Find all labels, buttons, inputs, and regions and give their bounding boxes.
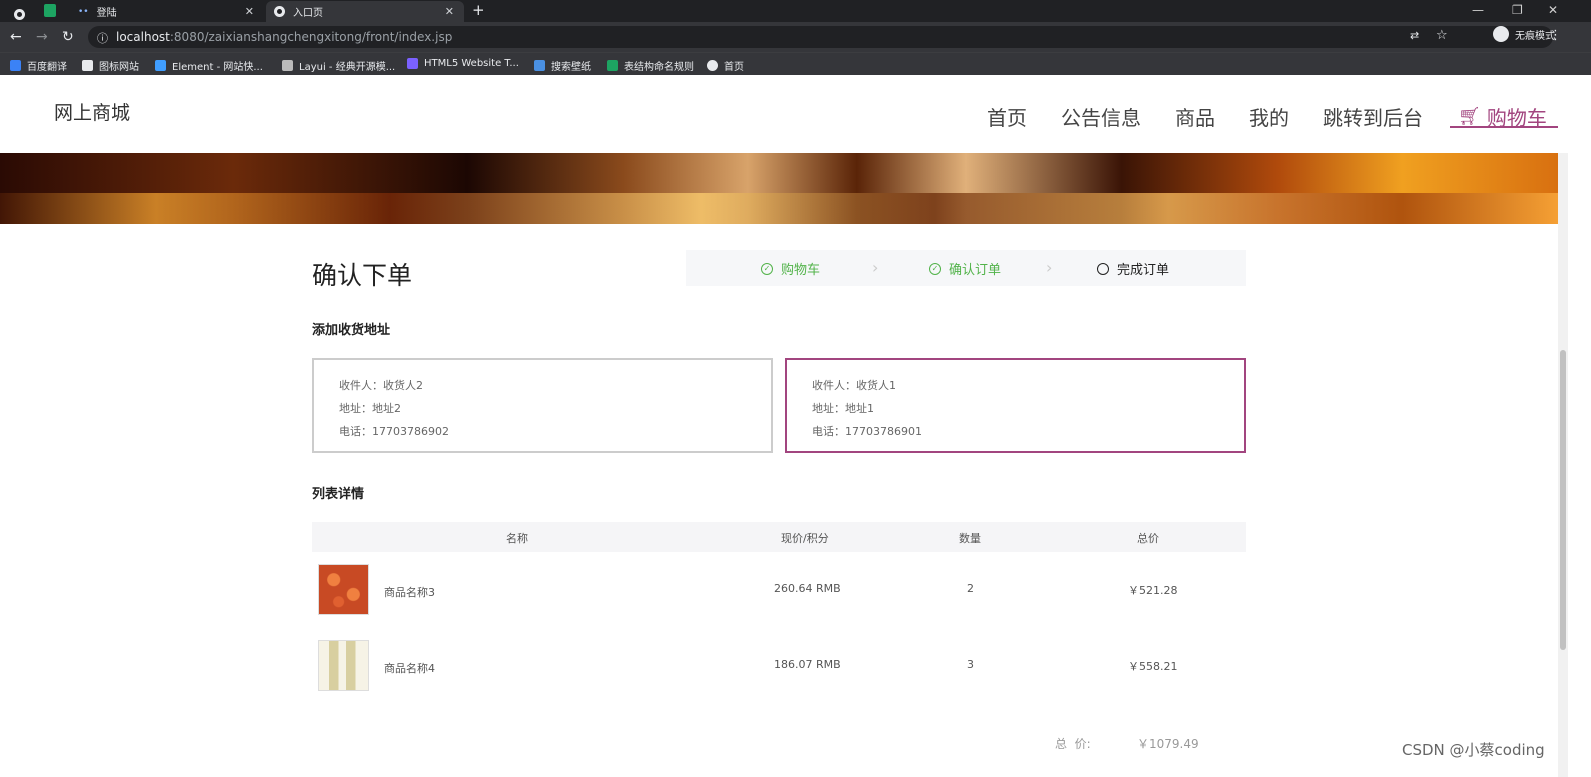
check-circle-icon: ✓: [929, 262, 941, 275]
tab-label: 入口页: [293, 8, 323, 19]
translate-icon[interactable]: ⇄: [1410, 29, 1419, 42]
minimize-icon[interactable]: —: [1472, 3, 1484, 17]
close-icon[interactable]: ✕: [245, 5, 254, 18]
nav-announcements[interactable]: 公告信息: [1061, 102, 1141, 131]
scrollbar-thumb[interactable]: [1560, 350, 1566, 650]
bookmark-item[interactable]: 搜索壁纸: [534, 58, 591, 73]
column-header-price: 现价/积分: [781, 532, 829, 545]
product-name: 商品名称3: [384, 586, 435, 599]
address-receiver: 收件人：收货人1: [812, 379, 896, 392]
nav-products[interactable]: 商品: [1175, 102, 1215, 131]
browser-toolbar: ← → ↻ ⓘ localhost:8080/zaixianshangcheng…: [0, 22, 1591, 52]
restore-icon[interactable]: ❐: [1512, 3, 1523, 17]
circle-icon: [1097, 262, 1109, 275]
total-value: ￥1079.49: [1137, 737, 1199, 751]
product-price: 260.64 RMB: [774, 582, 841, 595]
nav-home[interactable]: 首页: [987, 102, 1027, 131]
address-detail: 地址：地址1: [812, 402, 874, 415]
more-menu-icon[interactable]: ⋮: [1549, 28, 1562, 43]
bookmark-item[interactable]: Layui - 经典开源模...: [282, 58, 395, 73]
browser-menu-icon[interactable]: [14, 9, 25, 20]
step-cart: ✓ 购物车: [761, 259, 820, 278]
globe-icon: [274, 6, 285, 17]
url-text: localhost:8080/zaixianshangchengxitong/f…: [116, 30, 453, 44]
product-name: 商品名称4: [384, 662, 435, 675]
info-icon[interactable]: ⓘ: [97, 30, 108, 46]
tab-login[interactable]: •• 登陆 ✕: [70, 1, 264, 22]
new-tab-icon[interactable]: +: [472, 1, 485, 19]
nav-active-indicator: [1450, 126, 1558, 128]
list-section-title: 列表详情: [312, 487, 365, 502]
bookmark-item[interactable]: Element - 网站快...: [155, 58, 263, 73]
bookmark-item[interactable]: 首页: [707, 58, 744, 73]
nav-mine[interactable]: 我的: [1249, 102, 1289, 131]
site-logo-text: 网上商城: [54, 102, 131, 124]
address-card-selected[interactable]: 收件人：收货人1 地址：地址1 电话：17703786901: [785, 358, 1246, 453]
reload-icon[interactable]: ↻: [62, 29, 74, 45]
app-icon[interactable]: [44, 4, 56, 17]
banner-image: [0, 153, 1558, 224]
table-row: 商品名称3 260.64 RMB 2 ￥521.28: [312, 556, 1246, 632]
product-total: ￥558.21: [1128, 660, 1178, 673]
bookmark-item[interactable]: HTML5 Website T...: [407, 58, 519, 69]
bookmarks-bar: 百度翻译 图标网站 Element - 网站快... Layui - 经典开源模…: [0, 52, 1591, 75]
step-complete: 完成订单: [1097, 259, 1169, 278]
bookmark-star-icon[interactable]: ☆: [1436, 28, 1448, 43]
product-thumbnail[interactable]: [318, 564, 369, 615]
product-total: ￥521.28: [1128, 584, 1178, 597]
order-steps: ✓ 购物车 › ✓ 确认订单 › 完成订单: [686, 250, 1246, 286]
product-qty: 2: [967, 582, 974, 595]
incognito-icon: [1493, 26, 1509, 42]
address-detail: 地址：地址2: [339, 402, 401, 415]
incognito-badge[interactable]: 无痕模式: [1493, 26, 1555, 42]
chevron-right-icon: ›: [872, 258, 879, 277]
forward-icon[interactable]: →: [36, 29, 48, 45]
product-thumbnail[interactable]: [318, 640, 369, 691]
close-window-icon[interactable]: ✕: [1548, 3, 1558, 17]
back-icon[interactable]: ←: [10, 29, 22, 45]
bookmark-item[interactable]: 图标网站: [82, 58, 139, 73]
page-title: 确认下单: [312, 261, 413, 290]
nav-admin[interactable]: 跳转到后台: [1323, 102, 1423, 131]
address-bar[interactable]: ⓘ localhost:8080/zaixianshangchengxitong…: [88, 26, 1553, 48]
address-card[interactable]: 收件人：收货人2 地址：地址2 电话：17703786902: [312, 358, 773, 453]
total-label: 总 价:: [1055, 737, 1091, 751]
step-confirm: ✓ 确认订单: [929, 259, 1001, 278]
product-price: 186.07 RMB: [774, 658, 841, 671]
watermark-text: CSDN @小蔡coding: [1402, 741, 1545, 759]
table-header: 名称 现价/积分 数量 总价: [312, 522, 1246, 552]
address-section-title: 添加收货地址: [312, 323, 391, 338]
cart-icon: 🛒︎: [1458, 106, 1481, 127]
bookmark-item[interactable]: 表结构命名规则: [607, 58, 694, 73]
address-phone: 电话：17703786901: [812, 425, 922, 438]
site-header: 网上商城 首页 公告信息 商品 我的 跳转到后台 🛒︎ 购物车: [0, 75, 1591, 153]
bookmark-item[interactable]: 百度翻译: [10, 58, 67, 73]
browser-tab-bar: •• 登陆 ✕ 入口页 ✕ + — ❐ ✕: [0, 0, 1591, 22]
product-qty: 3: [967, 658, 974, 671]
column-header-name: 名称: [506, 532, 528, 545]
chevron-right-icon: ›: [1046, 258, 1053, 277]
table-row: 商品名称4 186.07 RMB 3 ￥558.21: [312, 632, 1246, 708]
check-circle-icon: ✓: [761, 262, 773, 275]
close-icon[interactable]: ✕: [445, 5, 454, 18]
column-header-total: 总价: [1137, 532, 1159, 545]
address-phone: 电话：17703786902: [339, 425, 449, 438]
column-header-qty: 数量: [959, 532, 981, 545]
address-receiver: 收件人：收货人2: [339, 379, 423, 392]
tab-label: 登陆: [96, 8, 117, 19]
loading-icon: ••: [78, 6, 89, 17]
tab-entry[interactable]: 入口页 ✕: [266, 1, 464, 22]
